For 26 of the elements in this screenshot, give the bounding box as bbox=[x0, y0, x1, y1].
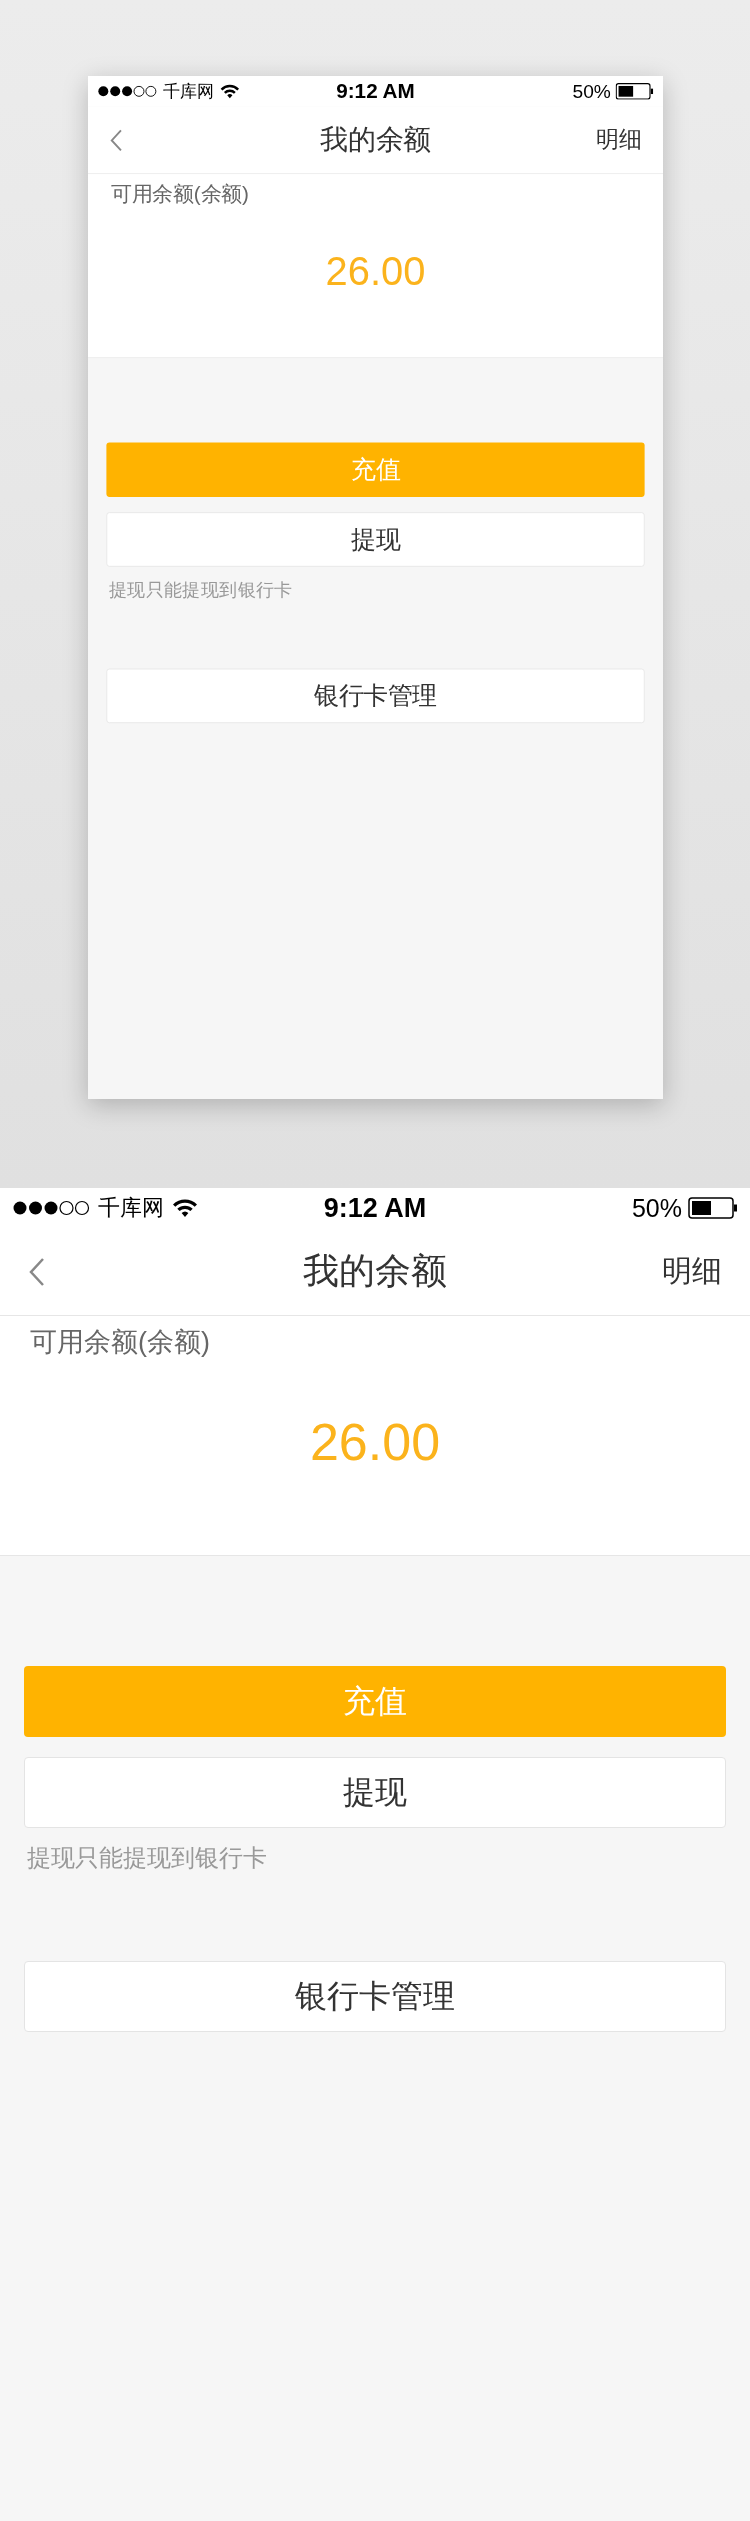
wifi-icon bbox=[219, 83, 240, 99]
action-button[interactable]: 提现 bbox=[105, 512, 645, 567]
page-title: 我的余额 bbox=[319, 122, 431, 157]
bank-card-button[interactable]: 银行卡管理 bbox=[105, 668, 645, 724]
signal-icon bbox=[12, 1200, 90, 1216]
back-icon[interactable] bbox=[108, 128, 123, 152]
hint-text: 提现只能提现到银行卡 bbox=[26, 1843, 268, 1873]
balance-label: 可用余额(余额) bbox=[29, 1326, 211, 1359]
details-link[interactable]: 明细 bbox=[662, 1251, 722, 1292]
clock-time: 9:12 AM bbox=[335, 79, 415, 104]
carrier-name: 千库网 bbox=[162, 80, 214, 103]
balance-amount: 26.00 bbox=[325, 247, 425, 294]
hint-text: 提现只能提现到银行卡 bbox=[107, 577, 294, 602]
bank-card-button[interactable]: 银行卡管理 bbox=[24, 1961, 726, 2032]
details-link[interactable]: 明细 bbox=[595, 124, 642, 156]
wifi-icon bbox=[172, 1198, 198, 1218]
clock-time: 9:12 AM bbox=[323, 1192, 427, 1224]
battery-icon bbox=[688, 1197, 738, 1219]
battery-percent: 50% bbox=[631, 1193, 682, 1223]
carrier-name: 千库网 bbox=[98, 1194, 164, 1222]
action-button[interactable]: 提现 bbox=[24, 1757, 726, 1828]
battery-percent: 50% bbox=[572, 80, 611, 103]
balance-label: 可用余额(余额) bbox=[109, 181, 250, 208]
back-icon[interactable] bbox=[28, 1256, 46, 1287]
page-title: 我的余额 bbox=[303, 1249, 447, 1293]
balance-amount: 26.00 bbox=[309, 1412, 441, 1472]
